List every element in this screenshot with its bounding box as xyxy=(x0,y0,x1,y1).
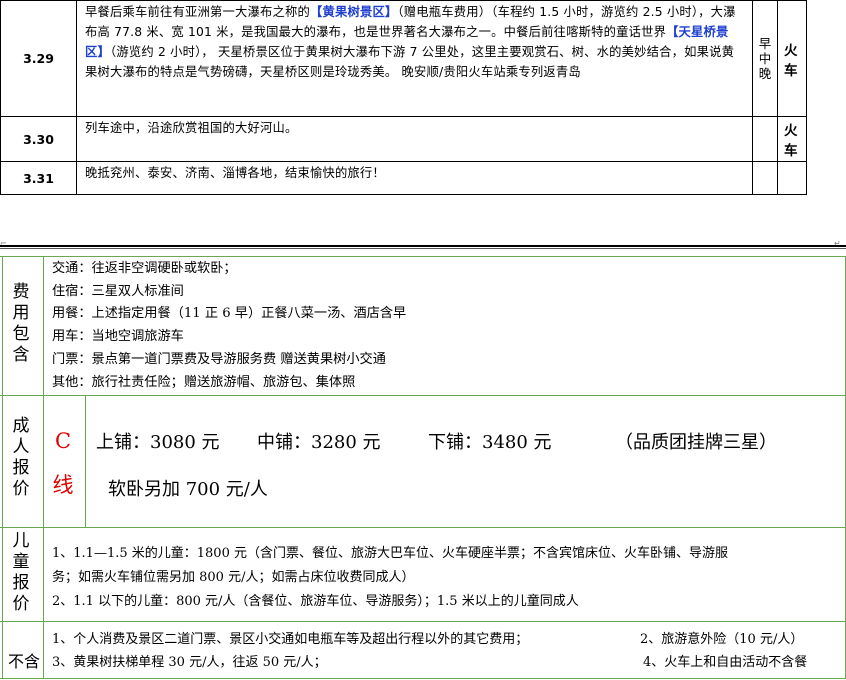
itinerary-date: 3.30 xyxy=(0,116,77,162)
child-price-item: 务；如需火车铺位需另加 800 元/人；如需占床位收费同成人） xyxy=(52,570,415,585)
fee-tickets: 门票：景点第一道门票费及导游服务费 赠送黄果树小交通 xyxy=(52,351,386,367)
itinerary-table: 3.29 早餐后乘车前往有亚洲第一大瀑布之称的【黄果树景区】（赠电瓶车费用）（车程… xyxy=(0,0,807,195)
child-price-item: 2、1.1 以下的儿童：800 元/人（含餐位、旅游车位、导游服务）；1.5 米… xyxy=(52,594,579,609)
child-price-label: 儿 童 报 价 xyxy=(12,531,30,614)
itinerary-date: 3.29 xyxy=(0,0,77,117)
soft-sleeper-surcharge: 软卧另加 700 元/人 xyxy=(108,479,268,500)
scenic-spot-name: 【黄果树景区】 xyxy=(309,5,398,19)
page-break-rule-thin xyxy=(0,248,846,249)
itinerary-description: 晚抵兖州、泰安、济南、淄博各地，结束愉快的旅行！ xyxy=(76,161,753,195)
itinerary-row: 3.31 晚抵兖州、泰安、济南、淄博各地，结束愉快的旅行！ xyxy=(0,161,807,195)
itinerary-row: 3.29 早餐后乘车前往有亚洲第一大瀑布之称的【黄果树景区】（赠电瓶车费用）（车程… xyxy=(0,0,807,117)
excluded-item-3: 3、黄果树扶梯单程 30 元/人，往返 50 元/人； xyxy=(52,655,327,670)
fees-included-label: 费 用 包 含 xyxy=(12,282,30,365)
upper-berth-price: 上铺：3080 元 xyxy=(96,432,220,453)
adult-price-label: 成 人 报 价 xyxy=(12,416,30,499)
middle-berth-price: 中铺：3280 元 xyxy=(257,432,381,453)
itinerary-meals xyxy=(752,161,778,195)
fee-transport: 交通：往返非空调硬卧或软卧； xyxy=(52,261,237,276)
excluded-label: 不含 xyxy=(8,652,41,671)
itinerary-description: 早餐后乘车前往有亚洲第一大瀑布之称的【黄果树景区】（赠电瓶车费用）（车程约 1.… xyxy=(76,0,753,117)
fee-vehicle: 用车：当地空调旅游车 xyxy=(52,329,184,345)
page-break-rule xyxy=(0,245,846,247)
price-note: （品质团挂牌三星） xyxy=(615,432,777,453)
fee-tables: 费 用 包 含 交通：往返非空调硬卧或软卧； 住宿：三星双人标准间 用餐：上述指… xyxy=(0,256,846,680)
itinerary-transport: 火车 xyxy=(777,0,807,117)
itinerary-meals: 早 中 晚 xyxy=(752,0,778,117)
itinerary-transport xyxy=(777,161,807,195)
excluded-item-4: 4、火车上和自由活动不含餐 xyxy=(643,655,808,670)
description-text: 列车途中，沿途欣赏祖国的大好河山。 xyxy=(85,121,298,135)
paragraph-mark: ↵ xyxy=(834,239,841,248)
fee-lodging: 住宿：三星双人标准间 xyxy=(52,283,184,299)
c-line-label: C 线 xyxy=(52,429,74,497)
itinerary-meals xyxy=(752,116,778,162)
description-text: 早餐后乘车前往有亚洲第一大瀑布之称的 xyxy=(85,5,310,19)
fees-included-list: 交通：往返非空调硬卧或软卧； 住宿：三星双人标准间 用餐：上述指定用餐（11 正… xyxy=(52,258,406,394)
fee-other: 其他：旅行社责任险；赠送旅游帽、旅游包、集体照 xyxy=(52,374,356,390)
page-corner-mark: ⌐ xyxy=(0,239,7,248)
itinerary-row: 3.30 列车途中，沿途欣赏祖国的大好河山。 火车 xyxy=(0,116,807,162)
child-price-item: 1、1.1—1.5 米的儿童：1800 元（含门票、餐位、旅游大巴车位、火车硬座… xyxy=(52,546,728,561)
excluded-item-1: 1、个人消费及景区二道门票、景区小交通如电瓶车等及超出行程以外的其它费用； xyxy=(52,632,529,647)
itinerary-date: 3.31 xyxy=(0,161,77,195)
description-text: （游览约 2 小时）， 天星桥景区位于黄果树大瀑布下游 7 公里处，这里主要观赏… xyxy=(85,45,735,79)
itinerary-transport: 火车 xyxy=(777,116,807,162)
excluded-item-2: 2、旅游意外险（10 元/人） xyxy=(640,632,804,647)
description-text: 晚抵兖州、泰安、济南、淄博各地，结束愉快的旅行！ xyxy=(85,166,385,180)
fee-meals: 用餐：上述指定用餐（11 正 6 早）正餐八菜一汤、酒店含早 xyxy=(52,306,407,322)
itinerary-description: 列车途中，沿途欣赏祖国的大好河山。 xyxy=(76,116,753,162)
child-price-list: 1、1.1—1.5 米的儿童：1800 元（含门票、餐位、旅游大巴车位、火车硬座… xyxy=(52,542,845,614)
lower-berth-price: 下铺：3480 元 xyxy=(428,432,552,453)
